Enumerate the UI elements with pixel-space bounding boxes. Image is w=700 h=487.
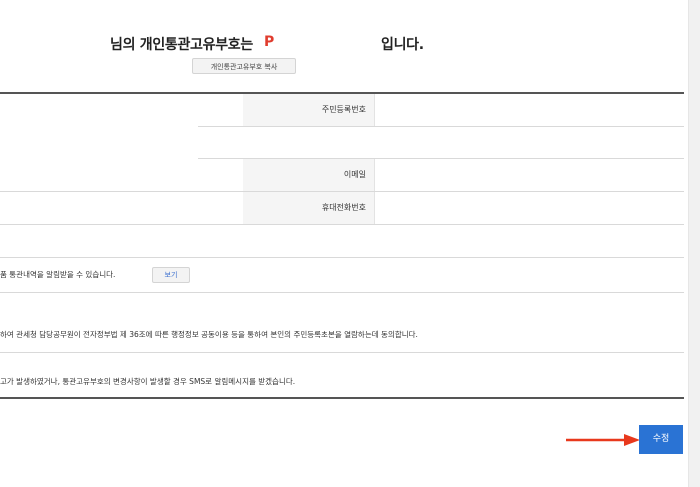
title-prefix: 님의 개인통관고유부호는 bbox=[110, 37, 253, 53]
row-divider bbox=[0, 257, 684, 258]
row-divider bbox=[0, 292, 684, 293]
label-mobile: 휴대전화번호 bbox=[243, 192, 375, 224]
row-divider bbox=[0, 352, 684, 353]
copy-code-button[interactable]: 개인통관고유부호 복사 bbox=[192, 58, 296, 74]
table-bottom-border bbox=[0, 397, 684, 399]
title-suffix: 입니다. bbox=[381, 37, 424, 53]
submit-button[interactable]: 수정 bbox=[639, 425, 683, 454]
row-divider bbox=[0, 224, 684, 225]
row-divider bbox=[198, 126, 684, 127]
red-arrow-icon bbox=[566, 434, 640, 446]
scrollbar[interactable] bbox=[688, 0, 700, 487]
customs-code: P bbox=[264, 34, 274, 50]
label-email: 이메일 bbox=[243, 159, 375, 191]
view-button[interactable]: 보기 bbox=[152, 267, 190, 283]
consent-sms-text: 고가 발생하였거나, 통관고유부호의 변경사항이 발생할 경우 SMS로 알림메… bbox=[0, 377, 296, 386]
label-resident-number: 주민등록번호 bbox=[243, 94, 375, 126]
consent-resident-text: 하여 관세청 담당공무원이 전자정부법 제 36조에 따른 행정정보 공동이용 … bbox=[0, 330, 418, 339]
customs-history-text: 품 통관내역을 알림받을 수 있습니다. bbox=[0, 270, 116, 279]
page-title: 님의 개인통관고유부호는 P 입니다. bbox=[0, 34, 688, 56]
